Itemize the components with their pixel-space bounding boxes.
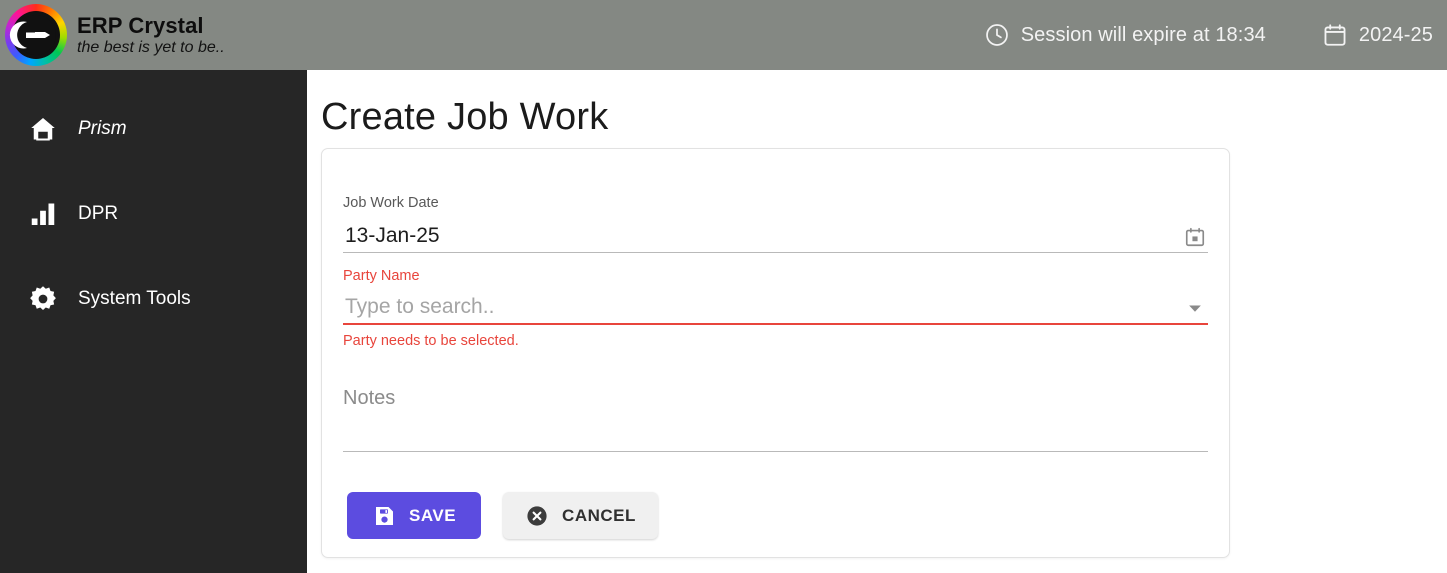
brand-title: ERP Crystal <box>77 12 204 38</box>
fiscal-year[interactable]: 2024-25 <box>1322 22 1433 48</box>
logo-e-arrow-glyph <box>9 15 57 55</box>
job-work-date-input-row[interactable] <box>343 216 1208 253</box>
fiscal-year-text: 2024-25 <box>1358 23 1433 46</box>
cancel-button[interactable]: CANCEL <box>503 492 658 539</box>
brand: ERP Crystal the best is yet to be.. <box>0 4 225 66</box>
sidebar-item-label-dpr: DPR <box>78 203 119 224</box>
sidebar-item-label-system-tools: System Tools <box>78 288 191 309</box>
calendar-picker-icon[interactable] <box>1182 224 1208 250</box>
main-content: Create Job Work Job Work Date 13-Jan-25 … <box>307 70 1447 573</box>
job-work-date-label: Job Work Date <box>343 195 439 211</box>
sidebar-item-label-prism: Prism <box>78 118 127 139</box>
session-expiry: Session will expire at 18:34 <box>984 22 1266 48</box>
job-work-date-field: Job Work Date <box>343 196 1208 253</box>
notes-label: Notes <box>343 386 396 409</box>
party-name-input[interactable] <box>343 294 1182 323</box>
form-fields: Job Work Date Party Name <box>322 149 1229 452</box>
notes-input-area[interactable]: Notes <box>343 388 1208 452</box>
header-right-group: Session will expire at 18:34 2024-25 <box>984 22 1447 48</box>
save-floppy-icon <box>376 506 393 525</box>
sidebar-item-dpr[interactable]: DPR <box>0 191 307 237</box>
cancel-button-label: CANCEL <box>562 505 636 525</box>
top-header-bar: ERP Crystal the best is yet to be.. Sess… <box>0 0 1447 70</box>
session-expiry-text: Session will expire at 18:34 <box>1020 23 1266 46</box>
sidebar-item-prism[interactable]: Prism <box>0 106 307 152</box>
clock-icon <box>985 24 1008 46</box>
circle-x-icon <box>527 505 547 526</box>
brand-text: ERP Crystal the best is yet to be.. <box>77 14 225 56</box>
job-work-date-input[interactable] <box>343 222 1182 252</box>
save-button-label: SAVE <box>409 505 457 525</box>
erp-crystal-logo-icon <box>5 4 67 66</box>
bar-chart-icon <box>28 199 58 229</box>
create-job-work-card: Job Work Date Party Name <box>321 148 1230 558</box>
chevron-down-icon[interactable] <box>1182 295 1208 321</box>
party-name-label: Party Name <box>343 267 420 284</box>
party-name-input-row[interactable] <box>343 288 1208 325</box>
sidebar: Prism DPR System Tools <box>0 70 307 573</box>
notes-field[interactable]: Notes <box>343 388 1208 452</box>
page-title: Create Job Work <box>321 96 609 138</box>
calendar-icon <box>1324 24 1346 46</box>
home-icon <box>28 114 58 144</box>
gear-icon <box>28 284 58 314</box>
form-actions: SAVE CANCEL <box>347 492 658 539</box>
party-name-error-message: Party needs to be selected. <box>343 333 519 349</box>
sidebar-item-system-tools[interactable]: System Tools <box>0 276 307 322</box>
brand-tagline: the best is yet to be.. <box>77 38 225 56</box>
party-name-field: Party Name Party needs to be selected. <box>343 267 1208 349</box>
save-button[interactable]: SAVE <box>347 492 482 539</box>
